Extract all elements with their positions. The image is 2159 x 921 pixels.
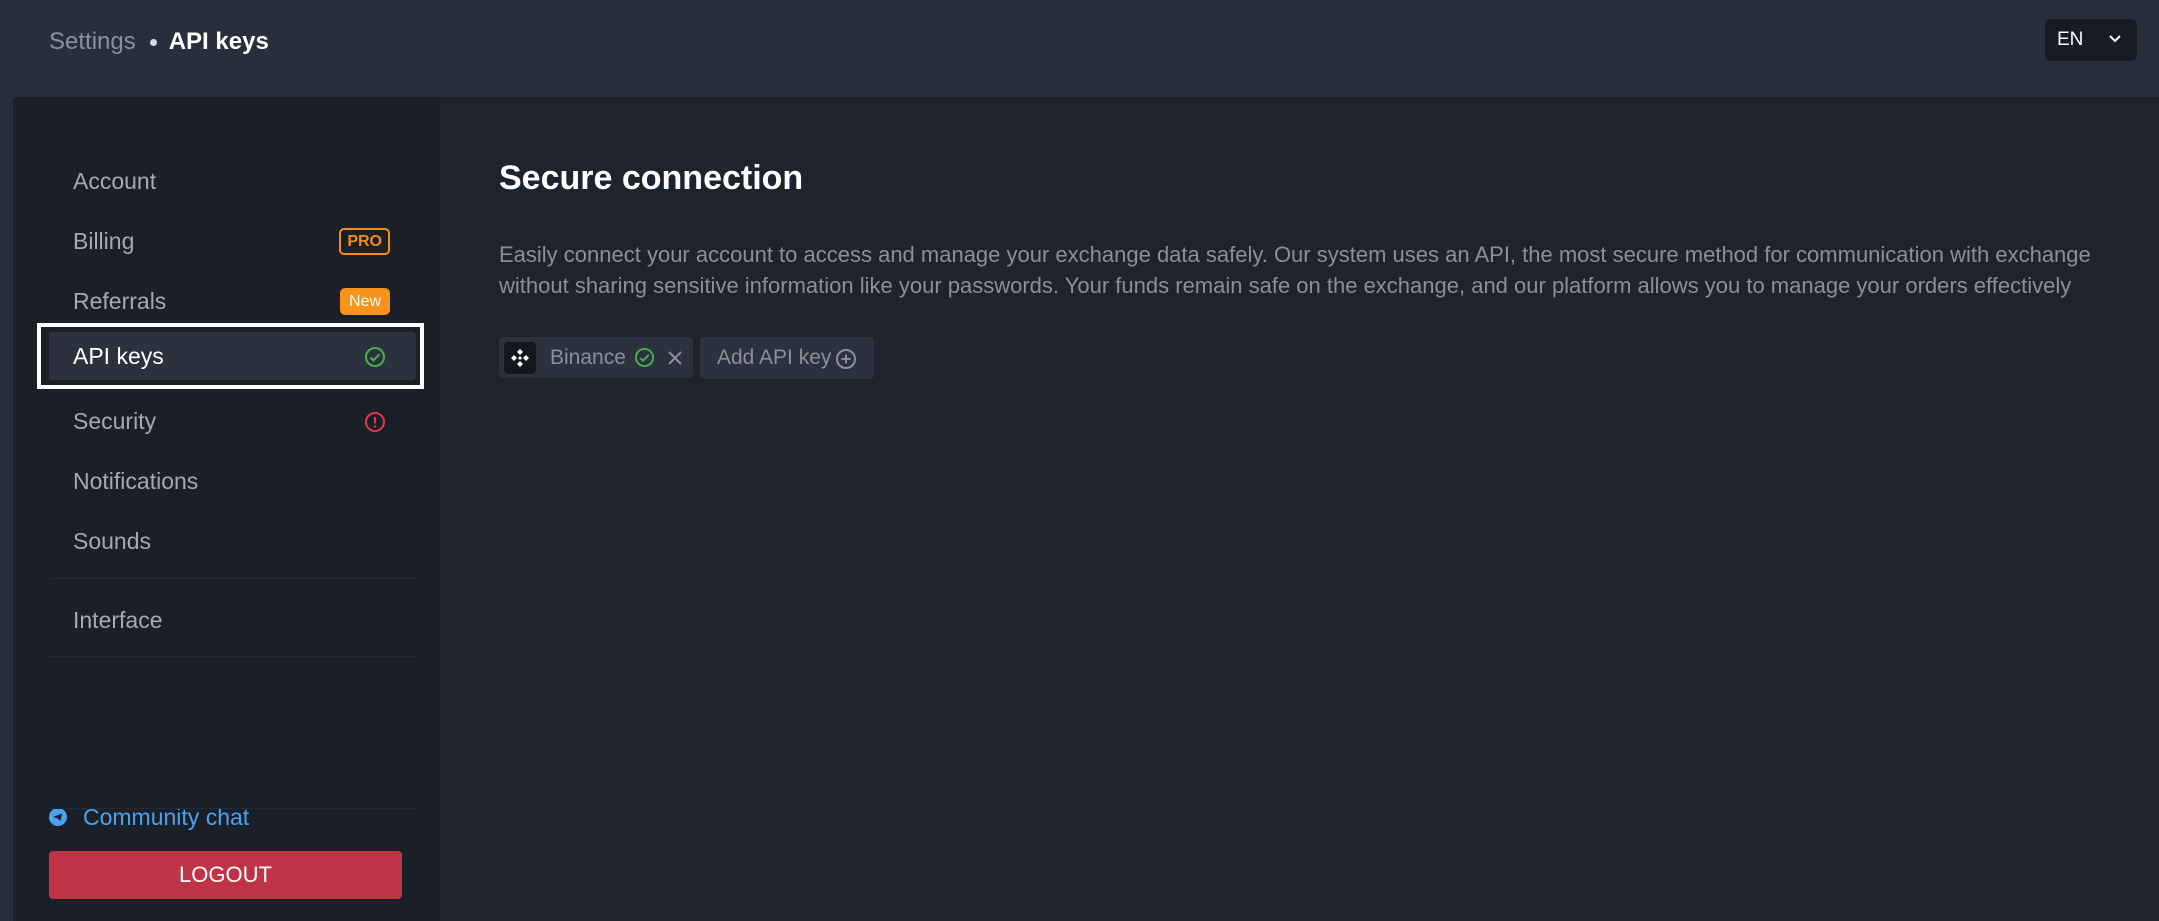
breadcrumb-separator (149, 38, 157, 46)
sidebar-item-security[interactable]: Security (49, 397, 416, 445)
language-select[interactable]: EN (2045, 19, 2137, 61)
sidebar-item-label: Referrals (73, 287, 167, 314)
sidebar-item-notifications[interactable]: Notifications (49, 457, 416, 505)
sidebar-item-sounds[interactable]: Sounds (49, 517, 416, 565)
new-badge: New (339, 288, 390, 315)
main-content: Secure connection Easily connect your ac… (439, 97, 2159, 921)
sidebar-item-api-keys[interactable]: API keys (49, 332, 416, 380)
page-description: Easily connect your account to access an… (499, 242, 2091, 298)
logout-button[interactable]: LOGOUT (49, 851, 402, 899)
add-api-key-label: Add API key (717, 346, 832, 369)
community-chat-link[interactable]: Community chat (49, 799, 249, 835)
binance-logo-icon (504, 341, 536, 374)
language-value: EN (2057, 29, 2084, 50)
breadcrumb-settings[interactable]: Settings (49, 28, 136, 56)
sidebar-divider (49, 808, 416, 809)
sidebar-item-account[interactable]: Account (49, 157, 416, 205)
pro-badge: PRO (339, 228, 390, 255)
telegram-icon (49, 808, 67, 826)
top-bar: Settings API keys EN (0, 0, 2159, 97)
chevron-down-icon (2109, 35, 2121, 43)
alert-circle-icon (365, 412, 385, 432)
breadcrumb: Settings API keys (49, 27, 269, 57)
sidebar-item-label: Billing (73, 227, 135, 254)
sidebar-item-label: Notifications (73, 467, 199, 494)
sidebar-divider (49, 656, 416, 657)
breadcrumb-current: API keys (168, 28, 269, 55)
sidebar-item-label: API keys (73, 342, 164, 369)
settings-sidebar: Account Billing PRO Referrals New API ke… (13, 97, 439, 921)
sidebar-item-label: Account (73, 167, 157, 194)
sidebar-item-label: Security (73, 407, 157, 434)
add-api-key-button[interactable]: Add API key (700, 337, 874, 379)
check-circle-icon (634, 347, 654, 368)
exchange-name: Binance (550, 345, 626, 369)
check-circle-icon (365, 347, 385, 367)
sidebar-item-interface[interactable]: Interface (49, 596, 416, 644)
api-key-chip-binance[interactable]: Binance (499, 337, 693, 378)
close-icon[interactable] (667, 350, 683, 366)
plus-circle-icon (836, 349, 856, 369)
sidebar-item-billing[interactable]: Billing PRO (49, 217, 416, 265)
sidebar-item-referrals[interactable]: Referrals New (49, 277, 416, 325)
sidebar-divider (49, 578, 416, 579)
sidebar-item-label: Interface (73, 606, 163, 633)
sidebar-item-label: Sounds (73, 527, 152, 554)
page-title: Secure connection (499, 159, 804, 197)
